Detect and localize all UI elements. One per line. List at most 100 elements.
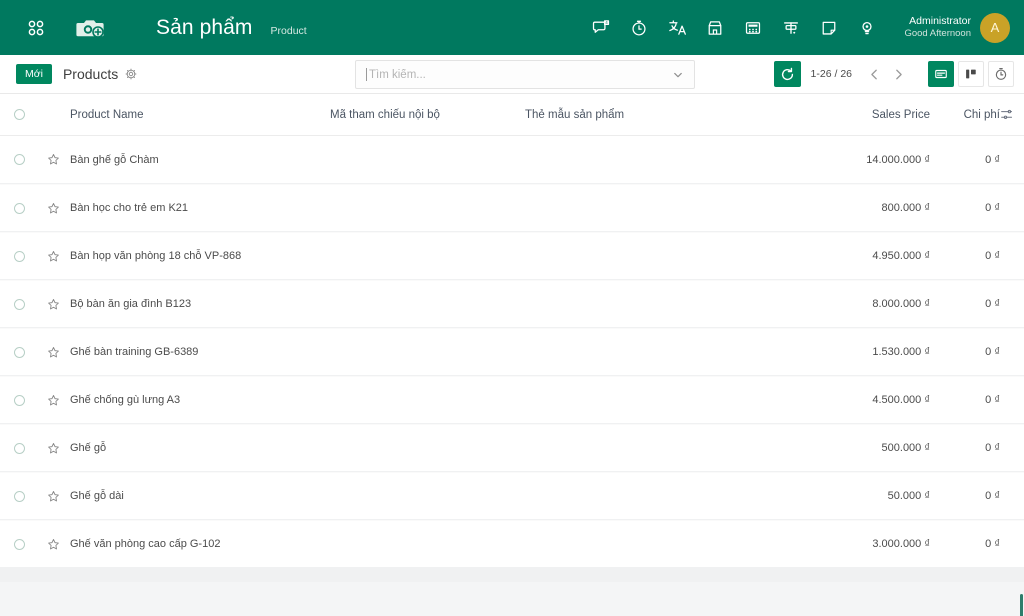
table-row[interactable]: Bàn ghế gỗ Chàm 14.000.000 ₫ 0 ₫ (0, 136, 1024, 184)
page-subtitle: Product (270, 24, 307, 37)
lightbulb-icon[interactable] (854, 15, 880, 41)
cell-cost: 0 ₫ (985, 346, 1000, 358)
cell-sales-price: 50.000 ₫ (887, 490, 930, 502)
breadcrumb[interactable]: Products (63, 66, 118, 82)
row-checkbox[interactable] (0, 154, 38, 165)
star-icon[interactable] (38, 202, 68, 215)
cell-product-name: Bộ bàn ăn gia đình B123 (70, 298, 192, 310)
circle-checkbox[interactable] (13, 298, 25, 310)
column-header-internal-reference[interactable]: Mã tham chiếu nội bộ (330, 109, 525, 121)
cell-cost: 0 ₫ (985, 442, 1000, 454)
note-icon[interactable] (816, 15, 842, 41)
kanban-view-button[interactable] (958, 61, 984, 87)
pagination-group: 1-26 / 26 (773, 61, 1014, 87)
cell-sales-price: 1.530.000 ₫ (872, 346, 930, 358)
user-menu[interactable]: Administrator Good Afternoon A (904, 12, 1010, 43)
row-checkbox[interactable] (0, 202, 38, 214)
cell-product-name: Ghế gỗ dài (70, 490, 124, 502)
cell-sales-price: 500.000 ₫ (881, 442, 930, 454)
timer-icon[interactable] (626, 15, 652, 41)
select-all-checkbox[interactable] (0, 109, 38, 120)
cell-product-name: Ghế gỗ (70, 442, 107, 454)
column-header-cost[interactable]: Chi phí (930, 109, 1000, 121)
cell-product-name: Ghế chống gù lưng A3 (70, 394, 181, 406)
messages-icon[interactable]: 4 (588, 15, 614, 41)
tasks-icon[interactable] (778, 15, 804, 41)
row-checkbox[interactable] (0, 538, 38, 550)
row-checkbox[interactable] (0, 298, 38, 310)
row-checkbox[interactable] (0, 394, 38, 406)
cell-product-name: Ghế văn phòng cao cấp G-102 (70, 538, 221, 550)
cell-cost: 0 ₫ (985, 538, 1000, 550)
star-icon[interactable] (38, 538, 68, 551)
cell-cost: 0 ₫ (985, 202, 1000, 214)
shop-icon[interactable] (702, 15, 728, 41)
row-checkbox[interactable] (0, 442, 38, 454)
gear-icon[interactable] (125, 68, 137, 80)
cell-product-name: Bàn ghế gỗ Chàm (70, 153, 159, 166)
cell-cost: 0 ₫ (985, 298, 1000, 310)
table-row[interactable]: Ghế gỗ 500.000 ₫ 0 ₫ (0, 424, 1024, 472)
control-bar: Mới Products 1-26 / 26 (0, 55, 1024, 94)
circle-checkbox[interactable] (13, 538, 25, 550)
table-row[interactable]: Ghế văn phòng cao cấp G-102 3.000.000 ₫ 0 … (0, 520, 1024, 568)
list-view-button[interactable] (928, 61, 954, 87)
calculator-icon[interactable] (740, 15, 766, 41)
row-checkbox[interactable] (0, 250, 38, 262)
cell-sales-price: 3.000.000 ₫ (872, 538, 930, 550)
text-caret (366, 68, 367, 81)
search-input[interactable] (369, 68, 668, 81)
avatar[interactable]: A (980, 12, 1010, 43)
row-checkbox[interactable] (0, 490, 38, 502)
star-icon[interactable] (38, 250, 68, 263)
chevron-down-icon[interactable] (668, 69, 688, 81)
circle-checkbox[interactable] (13, 346, 25, 358)
circle-checkbox[interactable] (13, 202, 25, 214)
table-row[interactable]: Bàn học cho trẻ em K21 800.000 ₫ 0 ₫ (0, 184, 1024, 232)
row-checkbox[interactable] (0, 346, 38, 358)
column-header-sales-price[interactable]: Sales Price (815, 109, 930, 121)
circle-checkbox[interactable] (13, 250, 25, 262)
grid-apps-icon[interactable] (16, 8, 56, 48)
activity-view-button[interactable] (988, 61, 1014, 87)
table-row[interactable]: Ghế gỗ dài 50.000 ₫ 0 ₫ (0, 472, 1024, 520)
star-icon[interactable] (38, 394, 68, 407)
user-name: Administrator (909, 15, 971, 27)
star-icon[interactable] (38, 346, 68, 359)
camera-add-icon[interactable] (68, 8, 114, 48)
circle-checkbox[interactable] (13, 154, 25, 165)
cell-cost: 0 ₫ (985, 394, 1000, 406)
column-header-product-tag[interactable]: Thẻ mẫu sản phẩm (525, 109, 815, 121)
next-page-button[interactable] (886, 61, 910, 87)
table-row[interactable]: Ghế bàn training GB-6389 1.530.000 ₫ 0 ₫ (0, 328, 1024, 376)
circle-checkbox[interactable] (13, 442, 25, 454)
table-row[interactable]: Ghế chống gù lưng A3 4.500.000 ₫ 0 ₫ (0, 376, 1024, 424)
search-bar[interactable] (355, 60, 695, 89)
previous-page-button[interactable] (862, 61, 886, 87)
star-icon[interactable] (38, 442, 68, 455)
table-header-row: Product Name Mã tham chiếu nội bộ Thẻ mẫ… (0, 94, 1024, 136)
star-icon[interactable] (38, 490, 68, 503)
column-header-product-name[interactable]: Product Name (68, 109, 330, 121)
new-button[interactable]: Mới (16, 63, 52, 85)
header-right-group: 4 Administrator Good Afternoon A (582, 12, 1010, 43)
vertical-scrollbar[interactable] (1020, 594, 1023, 616)
circle-checkbox[interactable] (13, 109, 25, 120)
product-list-sheet: Product Name Mã tham chiếu nội bộ Thẻ mẫ… (0, 94, 1024, 616)
cell-sales-price: 800.000 ₫ (881, 202, 930, 214)
cell-sales-price: 8.000.000 ₫ (872, 298, 930, 310)
cell-cost: 0 ₫ (985, 153, 1000, 166)
column-settings-icon[interactable] (1000, 108, 1024, 121)
translate-icon[interactable] (664, 15, 690, 41)
table-row[interactable]: Bộ bàn ăn gia đình B123 8.000.000 ₫ 0 ₫ (0, 280, 1024, 328)
table-row[interactable]: Bàn họp văn phòng 18 chỗ VP-868 4.950.000… (0, 232, 1024, 280)
star-icon[interactable] (38, 298, 68, 311)
star-icon[interactable] (38, 153, 68, 166)
refresh-icon[interactable] (773, 61, 801, 87)
header-left-group: Sản phẩm Product (16, 8, 307, 48)
list-footer (0, 568, 1024, 582)
circle-checkbox[interactable] (13, 394, 25, 406)
cell-cost: 0 ₫ (985, 490, 1000, 502)
cell-sales-price: 4.500.000 ₫ (872, 394, 930, 406)
circle-checkbox[interactable] (13, 490, 25, 502)
